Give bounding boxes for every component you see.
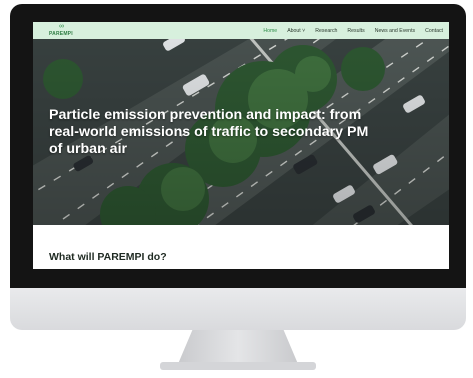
website-screen: ∞ PAREMPI Home About ˅ Research Results … <box>33 22 449 269</box>
hero-title-line-1: Particle emission prevention and impact:… <box>49 107 362 123</box>
nav-item-research[interactable]: Research <box>315 28 337 34</box>
nav-item-contact[interactable]: Contact <box>425 28 443 34</box>
nav-item-results[interactable]: Results <box>347 28 364 34</box>
navbar: ∞ PAREMPI Home About ˅ Research Results … <box>33 22 449 39</box>
hero-banner: Particle emission prevention and impact:… <box>33 39 449 225</box>
monitor-chin <box>10 288 466 330</box>
monitor-stand <box>178 330 298 364</box>
hero-title-line-2: real-world emissions of traffic to secon… <box>49 124 369 140</box>
hero-title: Particle emission prevention and impact:… <box>49 107 439 158</box>
nav-item-news-events[interactable]: News and Events <box>375 28 415 34</box>
monitor-stand-base <box>160 362 316 370</box>
hero-title-line-3: of urban air <box>49 141 128 157</box>
site-logo[interactable]: ∞ PAREMPI <box>49 23 89 38</box>
section-title: What will PAREMPI do? <box>49 251 167 263</box>
logo-icon: ∞ <box>59 23 64 30</box>
nav-item-home[interactable]: Home <box>263 28 277 34</box>
nav-item-about[interactable]: About ˅ <box>287 28 305 34</box>
main-nav: Home About ˅ Research Results News and E… <box>263 22 443 39</box>
intro-section: What will PAREMPI do? <box>33 225 449 269</box>
logo-text: PAREMPI <box>49 31 73 37</box>
